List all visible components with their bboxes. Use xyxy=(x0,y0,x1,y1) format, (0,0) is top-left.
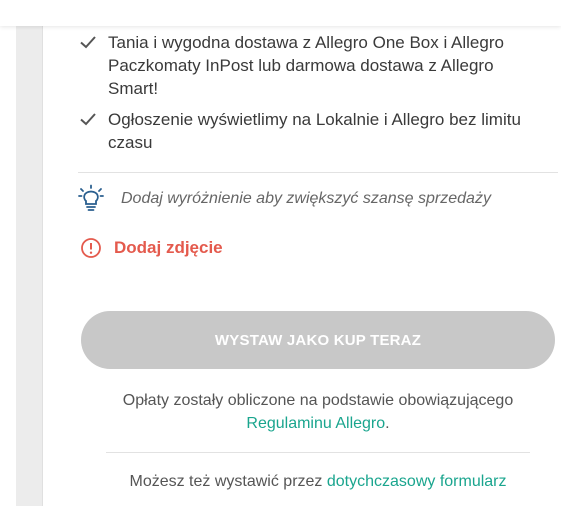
fees-text: Opłaty zostały obliczone na podstawie ob… xyxy=(122,392,514,409)
legacy-form-link[interactable]: dotychczasowy formularz xyxy=(327,473,507,490)
divider xyxy=(78,172,558,173)
check-icon xyxy=(80,113,96,126)
add-photo-warning[interactable]: Dodaj zdjęcie xyxy=(80,236,380,262)
publish-buy-now-button[interactable]: WYSTAW JAKO KUP TERAZ xyxy=(81,311,555,369)
fees-note: Opłaty zostały obliczone na podstawie ob… xyxy=(81,389,555,435)
alternative-form-note: Możesz też wystawić przez dotychczasowy … xyxy=(81,473,555,491)
left-gutter xyxy=(0,0,16,506)
alternative-text: Możesz też wystawić przez xyxy=(129,473,323,490)
feature-text: Ogłoszenie wyświetlimy na Lokalnie i All… xyxy=(108,110,521,152)
promote-hint: Dodaj wyróżnienie aby zwiększyć szansę s… xyxy=(78,184,548,214)
info-circle-icon xyxy=(81,238,101,258)
promote-hint-text: Dodaj wyróżnienie aby zwiększyć szansę s… xyxy=(121,190,491,207)
top-bar xyxy=(0,0,561,26)
check-icon xyxy=(80,36,96,49)
add-photo-link[interactable]: Dodaj zdjęcie xyxy=(114,238,223,258)
fees-suffix: . xyxy=(385,415,390,432)
left-rail xyxy=(16,0,43,506)
lightbulb-icon xyxy=(78,184,104,211)
divider xyxy=(106,452,530,453)
feature-text: Tania i wygodna dostawa z Allegro One Bo… xyxy=(108,33,504,98)
terms-link[interactable]: Regulaminu Allegro xyxy=(246,415,385,432)
